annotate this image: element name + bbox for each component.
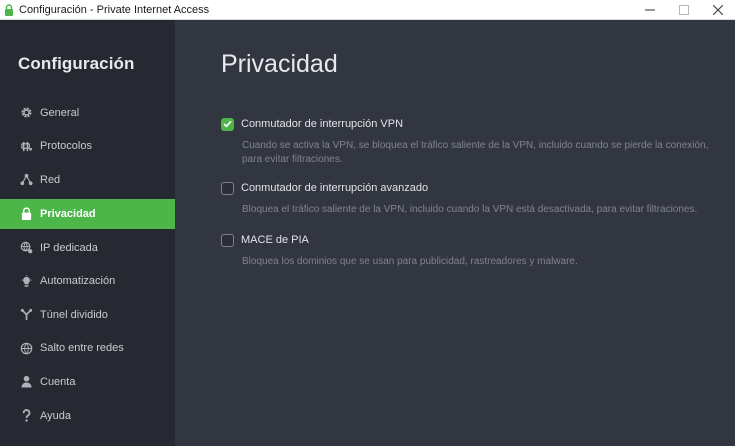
option-description: Bloquea el tráfico saliente de la VPN, i… xyxy=(242,204,698,215)
window-controls xyxy=(633,0,735,19)
option-label[interactable]: Conmutador de interrupción VPN xyxy=(241,118,403,130)
option-description: Bloquea los dominios que se usan para pu… xyxy=(242,256,578,267)
sidebar-item-privacidad[interactable]: Privacidad xyxy=(0,198,175,229)
option-advanced-killswitch: Conmutador de interrupción avanzado Bloq… xyxy=(221,180,712,217)
minimize-button[interactable] xyxy=(633,0,667,19)
dedicated-ip-icon xyxy=(19,241,33,255)
question-icon xyxy=(19,409,33,423)
option-vpn-killswitch: Conmutador de interrupción VPN Cuando se… xyxy=(221,116,712,167)
close-button[interactable] xyxy=(701,0,735,19)
title-bar: Configuración - Private Internet Access xyxy=(0,0,735,20)
sidebar-item-label: Red xyxy=(40,173,61,186)
sidebar-item-tunel-dividido[interactable]: Túnel dividido xyxy=(0,298,175,332)
sidebar-item-red[interactable]: Red xyxy=(0,163,175,197)
page-title: Privacidad xyxy=(221,50,338,78)
gear-icon xyxy=(19,106,33,120)
pia-lock-icon xyxy=(4,3,14,16)
maximize-button[interactable] xyxy=(667,0,701,19)
vpn-killswitch-checkbox[interactable] xyxy=(221,117,234,131)
user-icon xyxy=(19,375,33,389)
sidebar-item-ayuda[interactable]: Ayuda xyxy=(0,399,175,433)
option-label[interactable]: Conmutador de interrupción avanzado xyxy=(241,182,428,194)
sidebar-item-salto-entre-redes[interactable]: Salto entre redes xyxy=(0,332,175,366)
option-mace: MACE de PIA Bloquea los dominios que se … xyxy=(221,232,712,269)
sidebar-item-ip-dedicada[interactable]: IP dedicada xyxy=(0,231,175,265)
network-icon xyxy=(19,173,33,187)
advanced-killswitch-checkbox[interactable] xyxy=(221,181,234,195)
sidebar: Configuración General Protocolos Red Pri… xyxy=(0,20,175,446)
sidebar-nav: General Protocolos Red Privacidad IP ded… xyxy=(0,96,175,432)
option-label[interactable]: MACE de PIA xyxy=(241,234,309,246)
sidebar-item-cuenta[interactable]: Cuenta xyxy=(0,365,175,399)
settings-window: Configuración - Private Internet Access … xyxy=(0,0,735,446)
sidebar-item-protocolos[interactable]: Protocolos xyxy=(0,130,175,164)
window-title: Configuración - Private Internet Access xyxy=(19,3,210,16)
split-tunnel-icon xyxy=(19,308,33,322)
maximize-icon xyxy=(679,4,689,15)
sidebar-title: Configuración xyxy=(18,54,135,73)
main-panel: Privacidad Conmutador de interrupción VP… xyxy=(175,20,735,446)
sidebar-item-label: General xyxy=(40,106,80,119)
sidebar-item-label: Salto entre redes xyxy=(40,342,124,355)
minimize-icon xyxy=(645,9,655,10)
mace-checkbox[interactable] xyxy=(221,233,234,247)
globe-icon xyxy=(19,341,33,355)
close-icon xyxy=(713,4,723,15)
sidebar-item-label: Cuenta xyxy=(40,375,76,388)
checkmark-icon xyxy=(223,120,232,128)
sidebar-item-label: IP dedicada xyxy=(40,241,98,254)
sidebar-item-label: Túnel dividido xyxy=(40,308,108,321)
sidebar-item-label: Privacidad xyxy=(40,207,96,220)
sidebar-item-automatizacion[interactable]: Automatización xyxy=(0,264,175,298)
option-description: Cuando se activa la VPN, se bloquea el t… xyxy=(242,140,709,165)
lightbulb-icon xyxy=(19,274,33,288)
lock-icon xyxy=(19,207,33,221)
sidebar-item-label: Ayuda xyxy=(40,409,71,422)
sidebar-item-label: Protocolos xyxy=(40,140,92,153)
protocol-icon xyxy=(19,139,33,153)
sidebar-item-label: Automatización xyxy=(40,275,116,288)
sidebar-item-general[interactable]: General xyxy=(0,96,175,130)
